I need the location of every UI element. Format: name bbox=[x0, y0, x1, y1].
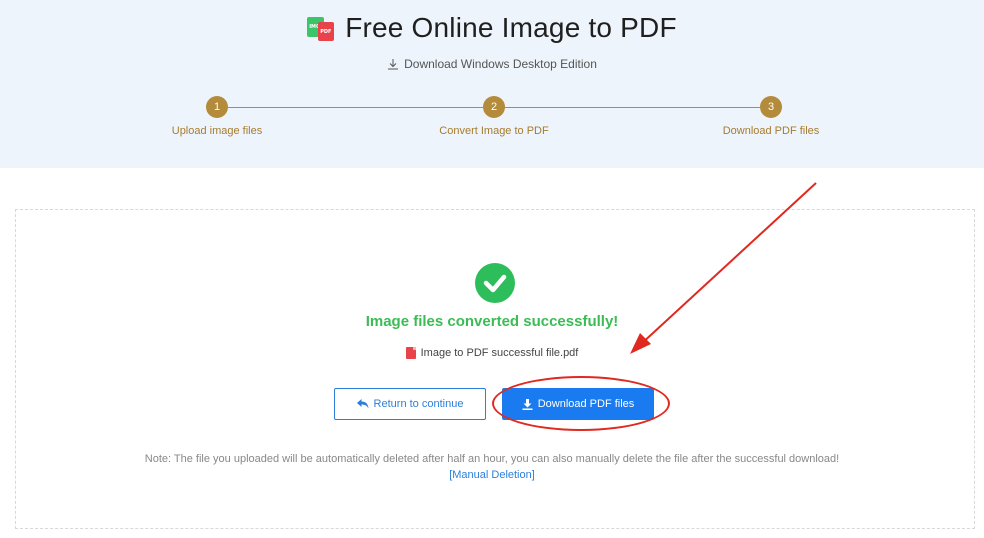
page-title: Free Online Image to PDF bbox=[345, 12, 677, 43]
title-row: IMG PDF Free Online Image to PDF bbox=[0, 12, 984, 44]
download-desktop-link[interactable]: Download Windows Desktop Edition bbox=[0, 57, 984, 71]
download-icon bbox=[388, 59, 399, 70]
hero-banner: IMG PDF Free Online Image to PDF Downloa… bbox=[0, 0, 984, 168]
step-label: Convert Image to PDF bbox=[439, 125, 549, 137]
deletion-note: Note: The file you uploaded will be auto… bbox=[144, 453, 840, 465]
success-message: Image files converted successfully! bbox=[365, 313, 619, 330]
pdf-file-icon bbox=[405, 347, 416, 359]
converted-file: Image to PDF successful file.pdf bbox=[0, 347, 984, 359]
step-number: 1 bbox=[206, 96, 228, 118]
file-name: Image to PDF successful file.pdf bbox=[420, 347, 579, 359]
step-label: Upload image files bbox=[171, 125, 263, 137]
result-panel bbox=[15, 209, 975, 529]
step-label: Download PDF files bbox=[722, 125, 820, 137]
step-upload: 1 Upload image files bbox=[137, 96, 297, 137]
return-to-continue-button[interactable]: Return to continue bbox=[334, 388, 486, 420]
undo-arrow-icon bbox=[356, 399, 369, 409]
step-download: 3 Download PDF files bbox=[691, 96, 851, 137]
progress-steps: 1 Upload image files 2 Convert Image to … bbox=[0, 96, 984, 146]
image-to-pdf-logo-icon: IMG PDF bbox=[307, 15, 335, 41]
step-number: 3 bbox=[760, 96, 782, 118]
success-check-icon bbox=[475, 263, 515, 303]
download-desktop-label: Download Windows Desktop Edition bbox=[404, 57, 597, 71]
annotation-highlight-ellipse bbox=[492, 376, 670, 431]
step-number: 2 bbox=[483, 96, 505, 118]
manual-deletion-link[interactable]: [Manual Deletion] bbox=[0, 469, 984, 481]
return-label: Return to continue bbox=[373, 398, 464, 410]
step-convert: 2 Convert Image to PDF bbox=[414, 96, 574, 137]
